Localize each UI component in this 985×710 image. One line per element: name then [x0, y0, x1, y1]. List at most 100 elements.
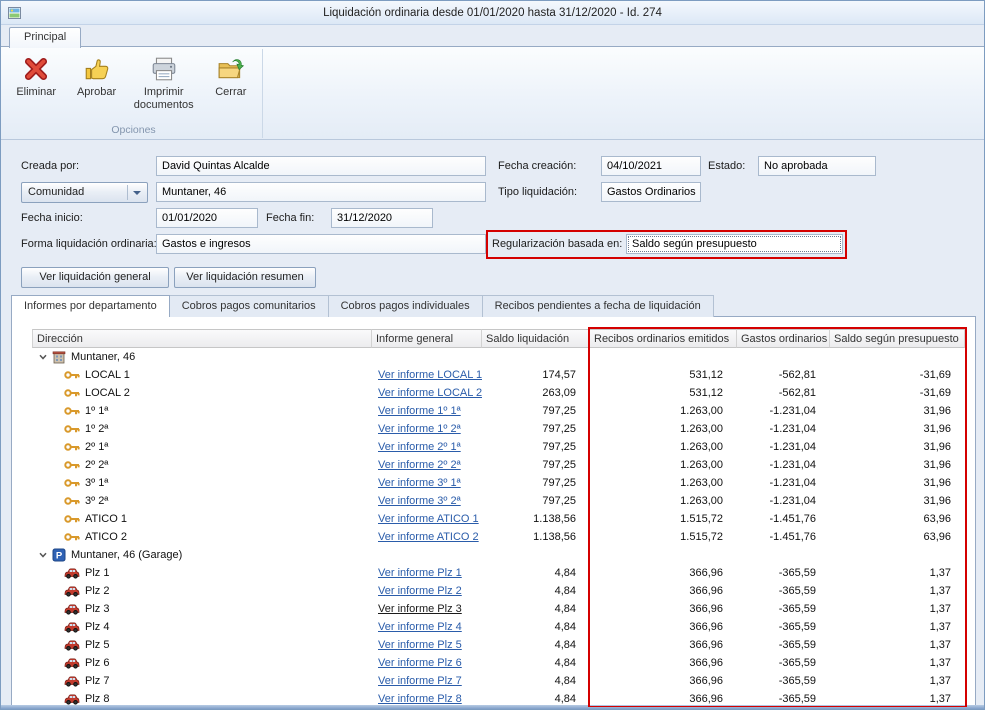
gastos-ordinarios-cell: -365,59 — [737, 639, 830, 651]
saldo-liquidacion-cell: 4,84 — [482, 567, 590, 579]
horizontal-scrollbar[interactable] — [1, 705, 984, 709]
column-header-saldo-presupuesto[interactable]: Saldo según presupuesto — [830, 329, 965, 348]
ver-informe-link[interactable]: Ver informe Plz 2 — [378, 585, 462, 597]
tab-panel: Dirección Informe general Saldo liquidac… — [11, 316, 976, 708]
ver-informe-link[interactable]: Ver informe Plz 4 — [378, 621, 462, 633]
forma-liquidacion-field[interactable]: Gastos e ingresos — [156, 234, 486, 254]
aprobar-button[interactable]: Aprobar — [71, 52, 121, 101]
column-header-saldo-liquidacion[interactable]: Saldo liquidación — [482, 329, 590, 348]
ver-informe-link[interactable]: Ver informe LOCAL 1 — [378, 369, 482, 381]
ver-informe-link[interactable]: Ver informe Plz 5 — [378, 639, 462, 651]
ver-liquidacion-general-button[interactable]: Ver liquidación general — [21, 267, 169, 288]
fecha-creacion-field[interactable]: 04/10/2021 — [601, 156, 701, 176]
ver-informe-link[interactable]: Ver informe Plz 7 — [378, 675, 462, 687]
ribbon-tab-principal[interactable]: Principal — [9, 27, 81, 48]
table-row[interactable]: Plz 1 Ver informe Plz 1 4,84 366,96 -365… — [32, 564, 965, 582]
row-name: ATICO 1 — [85, 513, 127, 525]
fecha-fin-label: Fecha fin: — [266, 208, 314, 228]
estado-label: Estado: — [708, 156, 745, 176]
regularizacion-field[interactable]: Saldo según presupuesto — [626, 234, 843, 254]
table-row[interactable]: Plz 7 Ver informe Plz 7 4,84 366,96 -365… — [32, 672, 965, 690]
table-row[interactable]: 3º 2ª Ver informe 3º 2ª 797,25 1.263,00 … — [32, 492, 965, 510]
ver-informe-link[interactable]: Ver informe 1º 2ª — [378, 423, 461, 435]
table-row[interactable]: Plz 5 Ver informe Plz 5 4,84 366,96 -365… — [32, 636, 965, 654]
column-header-informe-general[interactable]: Informe general — [372, 329, 482, 348]
tab-cobros-pagos-individuales[interactable]: Cobros pagos individuales — [329, 295, 483, 317]
recibos-emitidos-cell: 366,96 — [590, 603, 737, 615]
car-icon — [64, 657, 80, 669]
gastos-ordinarios-cell: -562,81 — [737, 387, 830, 399]
key-icon — [64, 495, 80, 507]
gastos-ordinarios-cell: -365,59 — [737, 693, 830, 705]
gastos-ordinarios-cell: -1.231,04 — [737, 423, 830, 435]
tipo-liquidacion-field[interactable]: Gastos Ordinarios — [601, 182, 701, 202]
aprobar-label: Aprobar — [77, 86, 116, 99]
ver-informe-link[interactable]: Ver informe Plz 3 — [378, 603, 462, 615]
table-row[interactable]: Plz 4 Ver informe Plz 4 4,84 366,96 -365… — [32, 618, 965, 636]
table-row[interactable]: 2º 2ª Ver informe 2º 2ª 797,25 1.263,00 … — [32, 456, 965, 474]
chevron-down-icon[interactable] — [38, 550, 48, 560]
table-row[interactable]: LOCAL 1 Ver informe LOCAL 1 174,57 531,1… — [32, 366, 965, 384]
car-icon — [64, 693, 80, 705]
ver-informe-link[interactable]: Ver informe ATICO 1 — [378, 513, 479, 525]
key-icon — [64, 477, 80, 489]
imprimir-documentos-button[interactable]: Imprimir documentos — [132, 52, 196, 113]
table-row[interactable]: Muntaner, 46 — [32, 348, 965, 366]
table-row[interactable]: 1º 2ª Ver informe 1º 2ª 797,25 1.263,00 … — [32, 420, 965, 438]
table-row[interactable]: P Muntaner, 46 (Garage) — [32, 546, 965, 564]
table-row[interactable]: LOCAL 2 Ver informe LOCAL 2 263,09 531,1… — [32, 384, 965, 402]
fecha-inicio-field[interactable]: 01/01/2020 — [156, 208, 258, 228]
ver-informe-link[interactable]: Ver informe 1º 1ª — [378, 405, 461, 417]
column-header-direccion[interactable]: Dirección — [32, 329, 372, 348]
cerrar-label: Cerrar — [215, 86, 246, 99]
row-name: LOCAL 1 — [85, 369, 130, 381]
gastos-ordinarios-cell: -365,59 — [737, 657, 830, 669]
ver-informe-link[interactable]: Ver informe Plz 6 — [378, 657, 462, 669]
row-name: Plz 2 — [85, 585, 109, 597]
column-header-gastos-ordinarios[interactable]: Gastos ordinarios — [737, 329, 830, 348]
ver-informe-link[interactable]: Ver informe 3º 1ª — [378, 477, 461, 489]
column-header-recibos-emitidos[interactable]: Recibos ordinarios emitidos — [590, 329, 737, 348]
table-row[interactable]: 1º 1ª Ver informe 1º 1ª 797,25 1.263,00 … — [32, 402, 965, 420]
creada-por-field[interactable]: David Quintas Alcalde — [156, 156, 486, 176]
saldo-presupuesto-cell: 31,96 — [830, 423, 965, 435]
app-window: Liquidación ordinaria desde 01/01/2020 h… — [0, 0, 985, 710]
tab-recibos-pendientes[interactable]: Recibos pendientes a fecha de liquidació… — [483, 295, 714, 317]
saldo-presupuesto-cell: 1,37 — [830, 567, 965, 579]
fecha-fin-field[interactable]: 31/12/2020 — [331, 208, 433, 228]
table-row[interactable]: ATICO 2 Ver informe ATICO 2 1.138,56 1.5… — [32, 528, 965, 546]
cerrar-button[interactable]: Cerrar — [206, 52, 256, 101]
saldo-presupuesto-cell: 1,37 — [830, 603, 965, 615]
chevron-down-icon[interactable] — [38, 352, 48, 362]
car-icon — [64, 675, 80, 687]
table-row[interactable]: 2º 1ª Ver informe 2º 1ª 797,25 1.263,00 … — [32, 438, 965, 456]
car-icon — [64, 639, 80, 651]
tab-informes-por-departamento[interactable]: Informes por departamento — [11, 295, 170, 317]
row-name: 3º 1ª — [85, 477, 108, 489]
table-row[interactable]: 3º 1ª Ver informe 3º 1ª 797,25 1.263,00 … — [32, 474, 965, 492]
ver-informe-link[interactable]: Ver informe LOCAL 2 — [378, 387, 482, 399]
gastos-ordinarios-cell: -1.231,04 — [737, 495, 830, 507]
comunidad-field[interactable]: Muntaner, 46 — [156, 182, 486, 202]
gastos-ordinarios-cell: -562,81 — [737, 369, 830, 381]
table-row[interactable]: ATICO 1 Ver informe ATICO 1 1.138,56 1.5… — [32, 510, 965, 528]
table-row[interactable]: Plz 2 Ver informe Plz 2 4,84 366,96 -365… — [32, 582, 965, 600]
table-row[interactable]: Plz 3 Ver informe Plz 3 4,84 366,96 -365… — [32, 600, 965, 618]
saldo-presupuesto-cell: 1,37 — [830, 639, 965, 651]
ver-informe-link[interactable]: Ver informe ATICO 2 — [378, 531, 479, 543]
recibos-emitidos-cell: 366,96 — [590, 585, 737, 597]
ver-informe-link[interactable]: Ver informe 2º 2ª — [378, 459, 461, 471]
ver-informe-link[interactable]: Ver informe Plz 1 — [378, 567, 462, 579]
eliminar-label: Eliminar — [16, 86, 56, 99]
tab-cobros-pagos-comunitarios[interactable]: Cobros pagos comunitarios — [170, 295, 329, 317]
comunidad-dropdown-button[interactable]: Comunidad — [21, 182, 148, 203]
ver-informe-link[interactable]: Ver informe 3º 2ª — [378, 495, 461, 507]
ver-informe-link[interactable]: Ver informe 2º 1ª — [378, 441, 461, 453]
table-row[interactable]: Plz 6 Ver informe Plz 6 4,84 366,96 -365… — [32, 654, 965, 672]
ver-liquidacion-resumen-button[interactable]: Ver liquidación resumen — [174, 267, 316, 288]
eliminar-button[interactable]: Eliminar — [11, 52, 61, 101]
ver-informe-link[interactable]: Ver informe Plz 8 — [378, 693, 462, 705]
estado-field[interactable]: No aprobada — [758, 156, 876, 176]
row-name: Plz 8 — [85, 693, 109, 705]
saldo-liquidacion-cell: 1.138,56 — [482, 531, 590, 543]
